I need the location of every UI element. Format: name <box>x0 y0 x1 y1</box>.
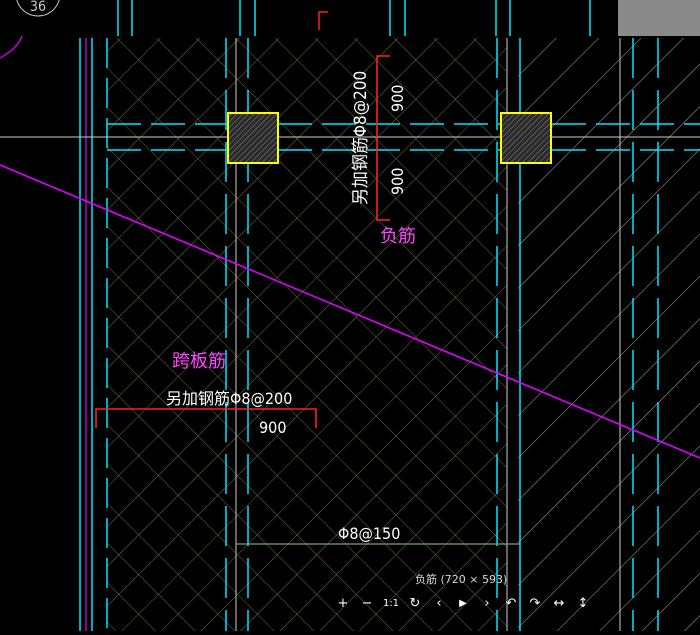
previous-icon[interactable]: ‹ <box>427 592 451 614</box>
flip-vertical-icon[interactable]: ↕ <box>571 592 595 614</box>
slab-rebar-note: Φ8@150 <box>338 524 400 543</box>
negative-rebar-note: 另加钢筋Φ8@200 <box>351 71 371 205</box>
image-viewer: 36 另加钢筋Φ8@200 900 900 负筋 跨板筋 另加钢筋Φ8@200 … <box>0 0 700 631</box>
zoom-out-icon[interactable]: − <box>355 592 379 614</box>
undo-icon[interactable]: ↶ <box>499 592 523 614</box>
flip-horizontal-icon[interactable]: ↔ <box>547 592 571 614</box>
next-icon[interactable]: › <box>475 592 499 614</box>
column-left <box>227 112 279 164</box>
image-caption: 负筋 (720 × 593) <box>415 573 508 586</box>
slab-crosshatch <box>107 38 507 631</box>
span-rebar-note: 另加钢筋Φ8@200 <box>166 389 292 408</box>
rotate-icon[interactable]: ↻ <box>403 592 427 614</box>
negative-rebar-dim-bottom: 900 <box>388 168 407 195</box>
span-rebar-dim: 900 <box>259 418 286 437</box>
column-right <box>500 112 552 164</box>
redo-icon[interactable]: ↷ <box>523 592 547 614</box>
negative-rebar-dim-top: 900 <box>388 85 407 112</box>
play-icon[interactable]: ▶ <box>451 592 475 614</box>
cad-drawing-canvas: 36 另加钢筋Φ8@200 900 900 负筋 跨板筋 另加钢筋Φ8@200 … <box>0 0 700 631</box>
span-rebar-label: 跨板筋 <box>172 351 226 372</box>
viewer-toolbar: + − 1:1 ↻ ‹ ▶ › ↶ ↷ ↔ ↕ <box>331 592 595 614</box>
grid-bubble-number: 36 <box>30 0 46 15</box>
zoom-in-icon[interactable]: + <box>331 592 355 614</box>
negative-rebar-label: 负筋 <box>380 226 416 247</box>
actual-size-icon[interactable]: 1:1 <box>379 592 403 614</box>
viewer-corner-panel <box>618 0 700 36</box>
